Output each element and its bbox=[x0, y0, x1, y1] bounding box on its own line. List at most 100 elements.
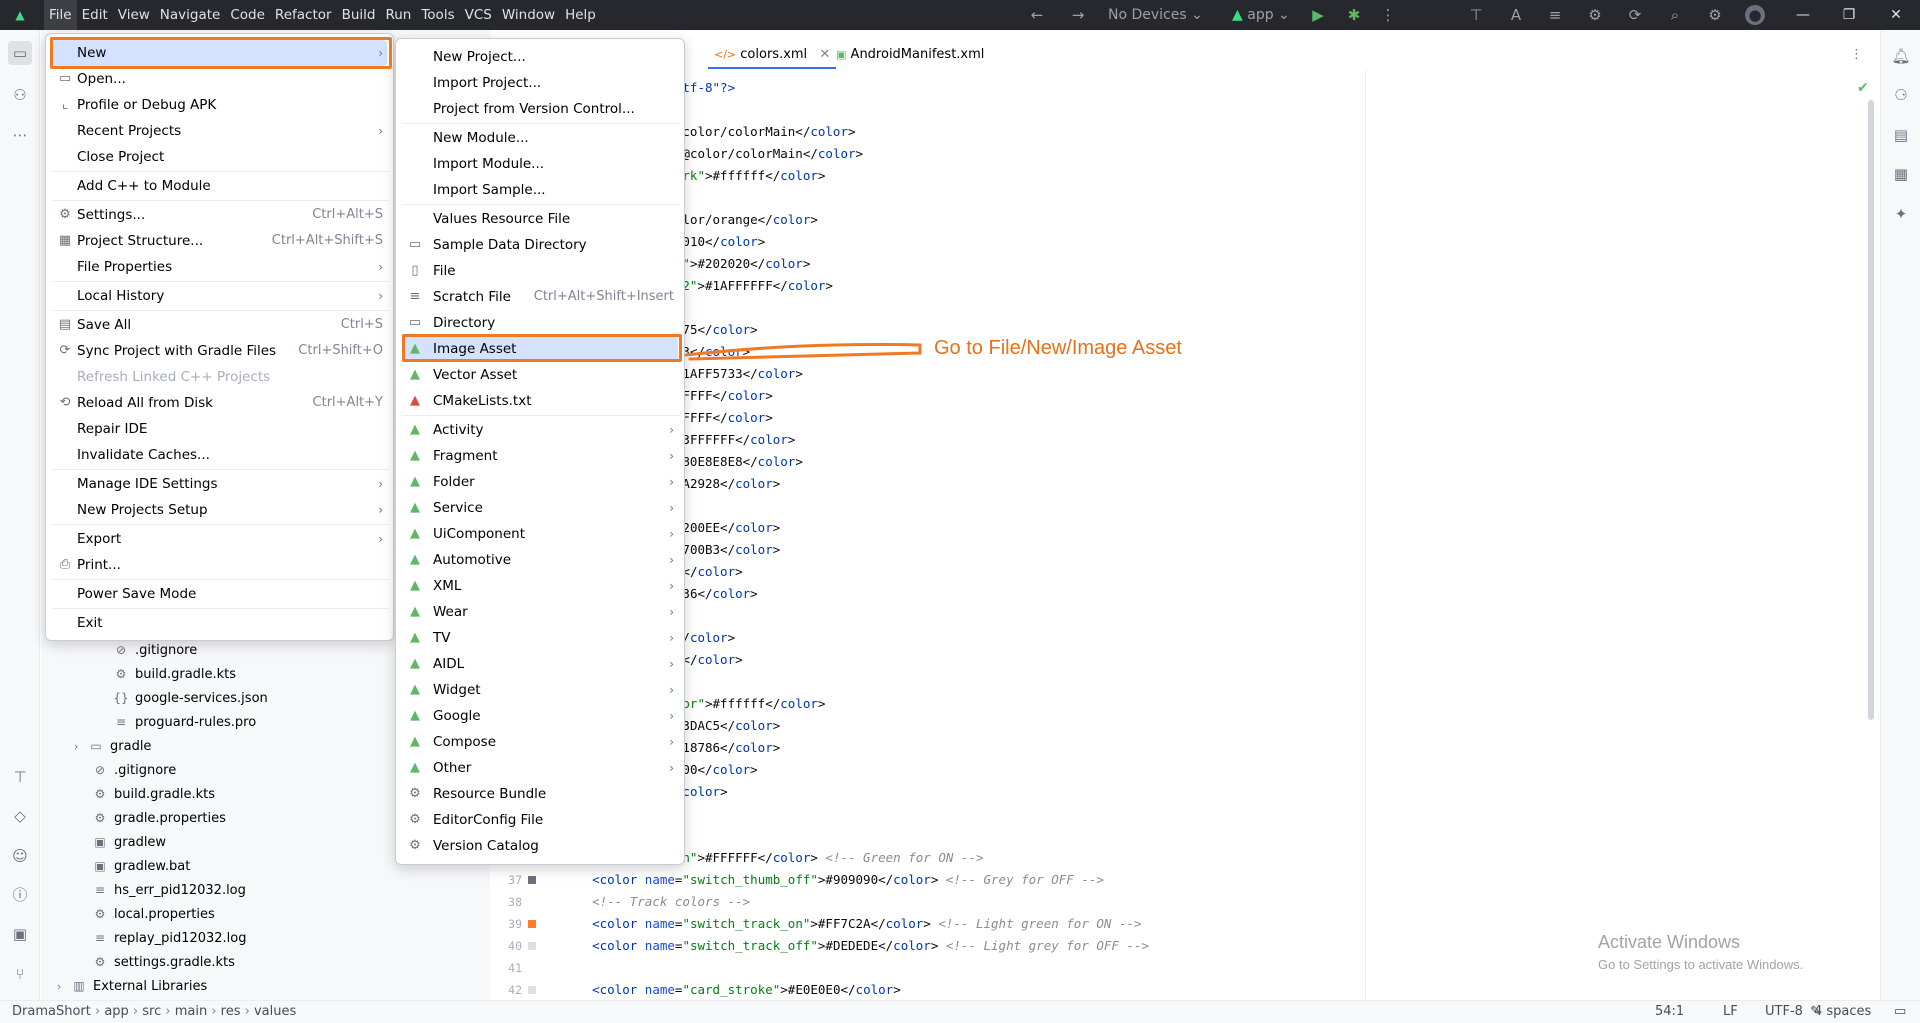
color-swatch-icon[interactable] bbox=[528, 942, 536, 950]
new_menu-item-compose[interactable]: ▲ Compose › bbox=[402, 729, 678, 755]
tree-item[interactable]: ⚙ local.properties bbox=[92, 902, 215, 926]
tree-item[interactable]: ▣ gradlew.bat bbox=[92, 854, 190, 878]
new_menu-item-import-module[interactable]: Import Module... bbox=[402, 151, 678, 177]
project-folder-icon[interactable]: ▭ bbox=[8, 41, 32, 65]
profiler-icon[interactable]: ⊤ bbox=[1466, 5, 1486, 25]
tree-item[interactable]: ≡ proguard-rules.pro bbox=[113, 710, 256, 734]
menu-edit[interactable]: Edit bbox=[77, 0, 113, 30]
debug-icon[interactable]: ✱ bbox=[1344, 5, 1364, 25]
user-avatar-icon[interactable]: ● bbox=[1745, 5, 1765, 25]
breadcrumb-item[interactable]: res bbox=[221, 1004, 241, 1019]
tree-item[interactable]: ⚙ settings.gradle.kts bbox=[92, 950, 235, 974]
file_menu-item-manage-ide-settings[interactable]: Manage IDE Settings › bbox=[52, 471, 387, 497]
new_menu-item-cmakelists-txt[interactable]: ▲ CMakeLists.txt bbox=[402, 388, 678, 414]
new_menu-item-import-project[interactable]: Import Project... bbox=[402, 70, 678, 96]
new_menu-item-editorconfig-file[interactable]: ⚙ EditorConfig File bbox=[402, 807, 678, 833]
new_menu-item-widget[interactable]: ▲ Widget › bbox=[402, 677, 678, 703]
git-icon[interactable]: ⑂ bbox=[8, 962, 32, 986]
new_menu-item-values-resource-file[interactable]: Values Resource File bbox=[402, 206, 678, 232]
file_menu-item-new-projects-setup[interactable]: New Projects Setup › bbox=[52, 497, 387, 523]
new_menu-item-fragment[interactable]: ▲ Fragment › bbox=[402, 443, 678, 469]
menu-code[interactable]: Code bbox=[225, 0, 270, 30]
new_menu-item-new-project[interactable]: New Project... bbox=[402, 44, 678, 70]
forward-icon[interactable]: → bbox=[1068, 5, 1088, 25]
file_menu-item-open[interactable]: ▭ Open... bbox=[52, 66, 387, 92]
file_menu-item-print[interactable]: ⎙ Print... bbox=[52, 552, 387, 578]
new_menu-item-version-catalog[interactable]: ⚙ Version Catalog bbox=[402, 833, 678, 859]
tree-item[interactable]: ⊘ .gitignore bbox=[92, 758, 176, 782]
tree-item[interactable]: ⚙ build.gradle.kts bbox=[92, 782, 215, 806]
menu-file[interactable]: File bbox=[44, 0, 77, 30]
menu-window[interactable]: Window bbox=[497, 0, 560, 30]
close-icon[interactable]: ✕ bbox=[1872, 0, 1920, 30]
new_menu-item-project-from-version-control[interactable]: Project from Version Control... bbox=[402, 96, 678, 122]
notifications-icon[interactable]: 🔔︎ bbox=[1889, 44, 1913, 68]
running-devices-icon[interactable]: ▦ bbox=[1889, 162, 1913, 186]
translate-icon[interactable]: A bbox=[1506, 5, 1526, 25]
app-inspection-icon[interactable]: ☺ bbox=[8, 844, 32, 868]
settings-gear-icon[interactable]: ⚙ bbox=[1705, 5, 1725, 25]
tree-item[interactable]: {} google-services.json bbox=[113, 686, 267, 710]
gradle-icon[interactable]: ⚆ bbox=[1889, 83, 1913, 107]
tree-item[interactable]: › ▭ gradle bbox=[74, 734, 151, 758]
new_menu-item-activity[interactable]: ▲ Activity › bbox=[402, 417, 678, 443]
breadcrumb-item[interactable]: DramaShort bbox=[12, 1004, 91, 1019]
editor-scrollbar[interactable] bbox=[1868, 100, 1874, 720]
new_menu-item-xml[interactable]: ▲ XML › bbox=[402, 573, 678, 599]
run-icon[interactable]: ▶ bbox=[1308, 5, 1328, 25]
menu-navigate[interactable]: Navigate bbox=[155, 0, 226, 30]
menu-view[interactable]: View bbox=[113, 0, 155, 30]
file_menu-item-save-all[interactable]: ▤ Save All Ctrl+S bbox=[52, 312, 387, 338]
file_menu-item-reload-all-from-disk[interactable]: ⟲ Reload All from Disk Ctrl+Alt+Y bbox=[52, 390, 387, 416]
indent-setting[interactable]: 4 spaces bbox=[1814, 1001, 1871, 1023]
resource-manager-icon[interactable]: ⚇ bbox=[8, 83, 32, 107]
close-tab-icon[interactable]: ✕ bbox=[819, 47, 830, 62]
file-encoding[interactable]: UTF-8 bbox=[1765, 1001, 1803, 1023]
new_menu-item-scratch-file[interactable]: ≡ Scratch File Ctrl+Alt+Shift+Insert bbox=[402, 284, 678, 310]
file_menu-item-add-c-to-module[interactable]: Add C++ to Module bbox=[52, 173, 387, 199]
caret-position[interactable]: 54:1 bbox=[1655, 1001, 1684, 1023]
file_menu-item-settings[interactable]: ⚙ Settings... Ctrl+Alt+S bbox=[52, 202, 387, 228]
memory-indicator-icon[interactable]: ▭ bbox=[1894, 1001, 1906, 1023]
breadcrumb-item[interactable]: main bbox=[175, 1004, 207, 1019]
breadcrumb-item[interactable]: values bbox=[254, 1004, 296, 1019]
tree-item[interactable]: ⊘ .gitignore bbox=[113, 638, 197, 662]
tree-item[interactable]: ⚙ build.gradle.kts bbox=[113, 662, 236, 686]
device-manager-icon[interactable]: ⚙ bbox=[1585, 5, 1605, 25]
tab-options-icon[interactable]: ⋮ bbox=[1850, 41, 1863, 69]
file_menu-item-recent-projects[interactable]: Recent Projects › bbox=[52, 118, 387, 144]
run-config-selector[interactable]: ▲ app ⌄ bbox=[1232, 0, 1290, 30]
line-ending[interactable]: LF bbox=[1723, 1001, 1738, 1023]
new_menu-item-uicomponent[interactable]: ▲ UiComponent › bbox=[402, 521, 678, 547]
new_menu-item-vector-asset[interactable]: ▲ Vector Asset bbox=[402, 362, 678, 388]
tree-item[interactable]: ≡ hs_err_pid12032.log bbox=[92, 878, 246, 902]
new_menu-item-directory[interactable]: ▭ Directory bbox=[402, 310, 678, 336]
more-tools-icon[interactable]: ⋯ bbox=[8, 123, 32, 147]
build-icon[interactable]: ⊤ bbox=[8, 765, 32, 789]
tree-item[interactable]: ⚙ gradle.properties bbox=[92, 806, 226, 830]
problems-icon[interactable]: ⓘ bbox=[8, 883, 32, 907]
terminal-icon[interactable]: ▣ bbox=[8, 922, 32, 946]
file_menu-item-repair-ide[interactable]: Repair IDE bbox=[52, 416, 387, 442]
menu-build[interactable]: Build bbox=[337, 0, 381, 30]
gemini-icon[interactable]: ✦ bbox=[1889, 202, 1913, 226]
chevron-right-icon[interactable]: › bbox=[74, 735, 88, 759]
new_menu-item-sample-data-directory[interactable]: ▭ Sample Data Directory bbox=[402, 232, 678, 258]
minimize-icon[interactable]: — bbox=[1780, 0, 1826, 30]
device-selector[interactable]: No Devices ⌄ bbox=[1108, 0, 1203, 30]
file_menu-item-profile-or-debug-apk[interactable]: ⌞ Profile or Debug APK bbox=[52, 92, 387, 118]
new_menu-item-google[interactable]: ▲ Google › bbox=[402, 703, 678, 729]
search-icon[interactable]: ⌕ bbox=[1665, 5, 1685, 25]
new_menu-item-tv[interactable]: ▲ TV › bbox=[402, 625, 678, 651]
file_menu-item-local-history[interactable]: Local History › bbox=[52, 283, 387, 309]
new_menu-item-folder[interactable]: ▲ Folder › bbox=[402, 469, 678, 495]
logcat-icon[interactable]: ≡ bbox=[1545, 5, 1565, 25]
menu-run[interactable]: Run bbox=[380, 0, 416, 30]
new_menu-item-new-module[interactable]: New Module... bbox=[402, 125, 678, 151]
color-swatch-icon[interactable] bbox=[528, 920, 536, 928]
menu-vcs[interactable]: VCS bbox=[460, 0, 497, 30]
file_menu-item-sync-project-with-gradle-files[interactable]: ⟳ Sync Project with Gradle Files Ctrl+Shif… bbox=[52, 338, 387, 364]
file_menu-item-exit[interactable]: Exit bbox=[52, 610, 387, 636]
new_menu-item-resource-bundle[interactable]: ⚙ Resource Bundle bbox=[402, 781, 678, 807]
file_menu-item-power-save-mode[interactable]: Power Save Mode bbox=[52, 581, 387, 607]
